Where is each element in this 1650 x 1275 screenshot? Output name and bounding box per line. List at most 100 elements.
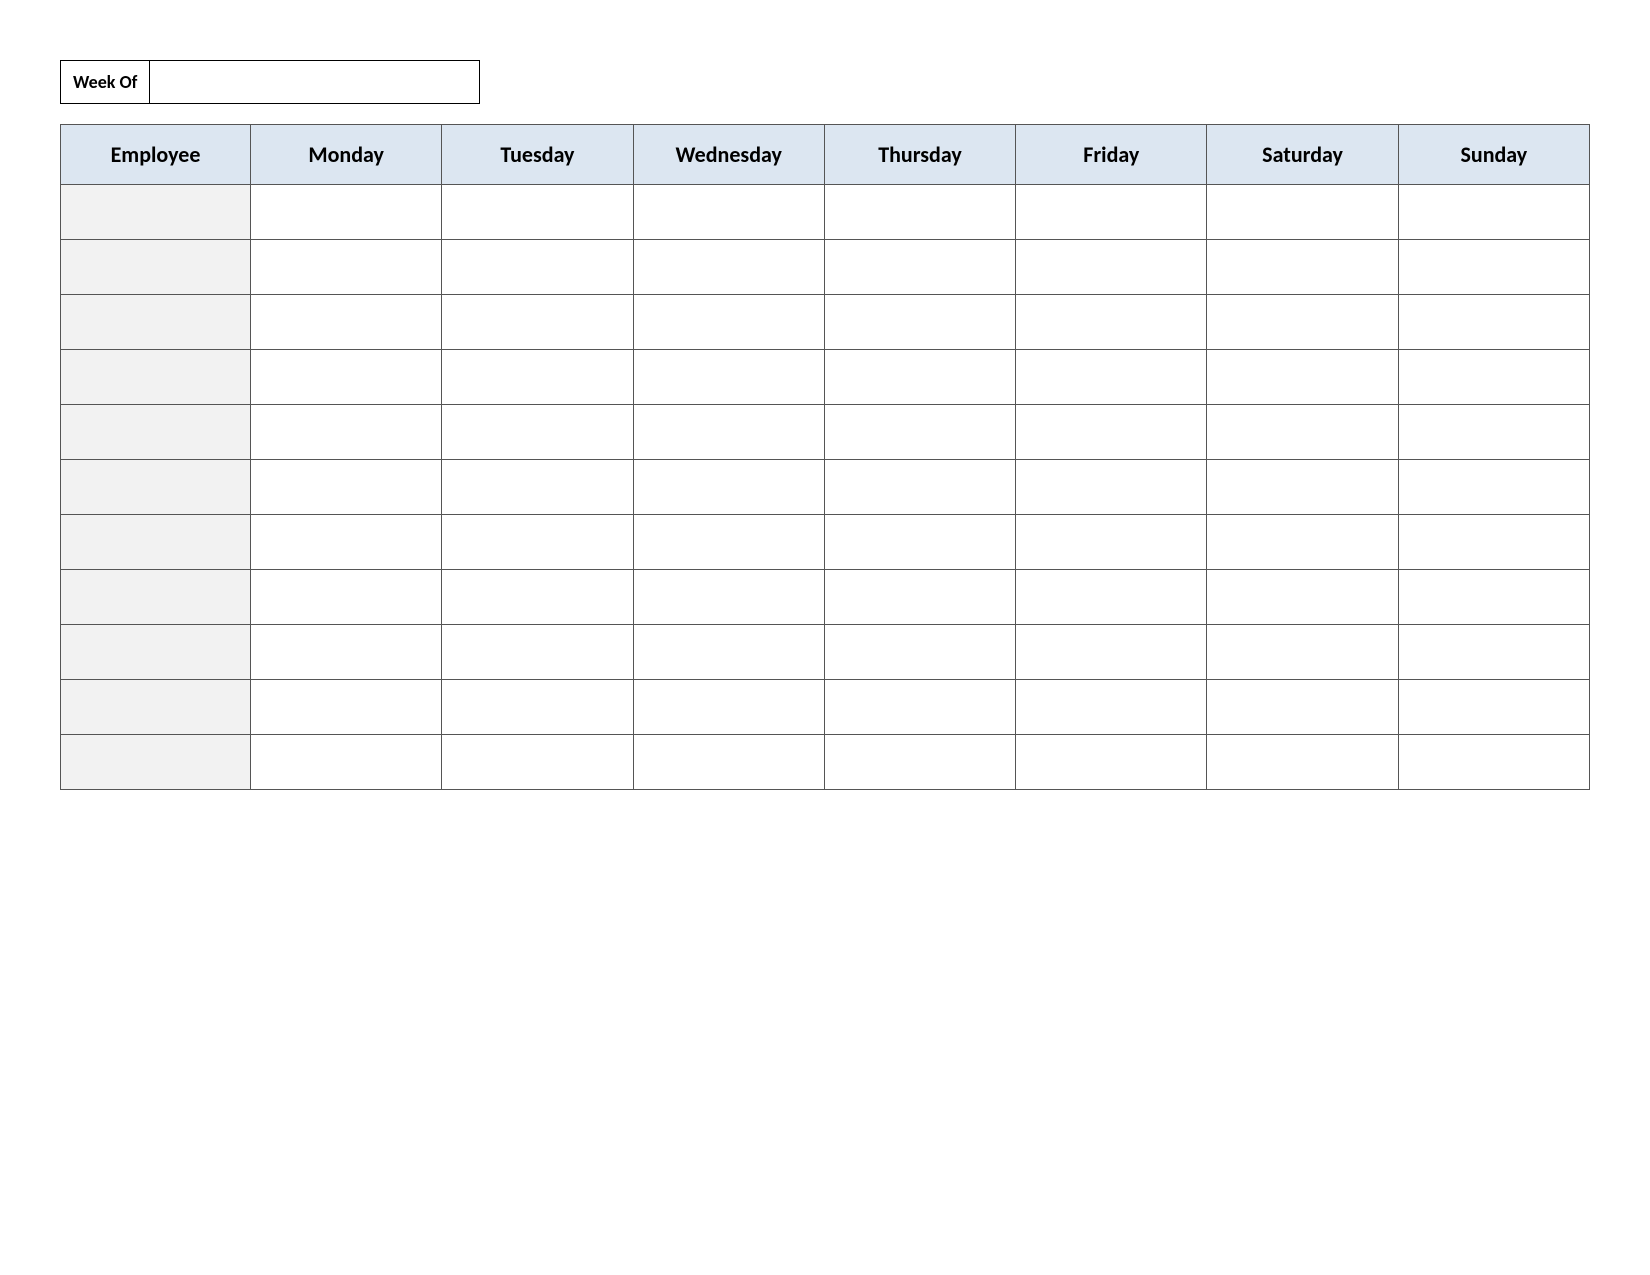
day-cell (442, 295, 633, 350)
employee-input[interactable] (61, 350, 250, 404)
day-input[interactable] (825, 735, 1015, 789)
day-input[interactable] (1016, 625, 1206, 679)
header-sunday: Sunday (1398, 125, 1589, 185)
day-input[interactable] (825, 405, 1015, 459)
day-input[interactable] (442, 570, 632, 624)
day-input[interactable] (1399, 185, 1589, 239)
day-input[interactable] (1207, 680, 1397, 734)
day-input[interactable] (1016, 185, 1206, 239)
day-input[interactable] (634, 295, 824, 349)
day-input[interactable] (1207, 460, 1397, 514)
day-cell (633, 515, 824, 570)
day-input[interactable] (1207, 295, 1397, 349)
day-input[interactable] (1207, 515, 1397, 569)
day-input[interactable] (825, 680, 1015, 734)
employee-input[interactable] (61, 460, 250, 514)
day-input[interactable] (825, 570, 1015, 624)
day-input[interactable] (251, 240, 441, 294)
day-input[interactable] (1399, 680, 1589, 734)
day-input[interactable] (251, 405, 441, 459)
day-input[interactable] (1016, 515, 1206, 569)
day-input[interactable] (1207, 570, 1397, 624)
day-input[interactable] (1399, 735, 1589, 789)
day-input[interactable] (251, 515, 441, 569)
day-cell (1207, 680, 1398, 735)
day-cell (824, 680, 1015, 735)
day-input[interactable] (442, 625, 632, 679)
day-input[interactable] (251, 625, 441, 679)
day-input[interactable] (442, 405, 632, 459)
day-cell (1016, 735, 1207, 790)
day-input[interactable] (442, 240, 632, 294)
day-input[interactable] (634, 570, 824, 624)
day-input[interactable] (1399, 570, 1589, 624)
day-input[interactable] (1399, 405, 1589, 459)
day-input[interactable] (1016, 570, 1206, 624)
day-input[interactable] (825, 240, 1015, 294)
day-input[interactable] (634, 735, 824, 789)
day-input[interactable] (251, 350, 441, 404)
day-input[interactable] (251, 295, 441, 349)
day-input[interactable] (1016, 405, 1206, 459)
day-input[interactable] (634, 405, 824, 459)
day-input[interactable] (1207, 735, 1397, 789)
day-input[interactable] (634, 680, 824, 734)
day-input[interactable] (251, 185, 441, 239)
employee-input[interactable] (61, 570, 250, 624)
day-input[interactable] (1016, 735, 1206, 789)
employee-input[interactable] (61, 405, 250, 459)
day-input[interactable] (1399, 295, 1589, 349)
day-input[interactable] (1016, 460, 1206, 514)
day-cell (1016, 460, 1207, 515)
week-of-input[interactable] (150, 60, 480, 104)
day-input[interactable] (442, 295, 632, 349)
employee-input[interactable] (61, 185, 250, 239)
employee-input[interactable] (61, 240, 250, 294)
day-input[interactable] (825, 460, 1015, 514)
day-cell (1016, 295, 1207, 350)
day-input[interactable] (1016, 295, 1206, 349)
day-cell (824, 350, 1015, 405)
day-input[interactable] (825, 185, 1015, 239)
day-cell (824, 405, 1015, 460)
day-input[interactable] (825, 295, 1015, 349)
day-input[interactable] (1399, 625, 1589, 679)
day-input[interactable] (634, 460, 824, 514)
employee-input[interactable] (61, 625, 250, 679)
day-input[interactable] (825, 515, 1015, 569)
day-input[interactable] (251, 680, 441, 734)
day-input[interactable] (1399, 350, 1589, 404)
day-input[interactable] (1207, 240, 1397, 294)
employee-input[interactable] (61, 735, 250, 789)
day-input[interactable] (442, 735, 632, 789)
day-input[interactable] (1016, 680, 1206, 734)
day-input[interactable] (1207, 625, 1397, 679)
day-input[interactable] (1399, 240, 1589, 294)
day-input[interactable] (442, 515, 632, 569)
day-input[interactable] (1399, 460, 1589, 514)
employee-input[interactable] (61, 295, 250, 349)
day-input[interactable] (1207, 350, 1397, 404)
day-input[interactable] (634, 625, 824, 679)
day-input[interactable] (251, 460, 441, 514)
day-input[interactable] (825, 350, 1015, 404)
employee-input[interactable] (61, 515, 250, 569)
day-input[interactable] (1207, 185, 1397, 239)
employee-input[interactable] (61, 680, 250, 734)
day-input[interactable] (251, 735, 441, 789)
day-input[interactable] (634, 515, 824, 569)
day-input[interactable] (442, 460, 632, 514)
day-input[interactable] (634, 185, 824, 239)
day-input[interactable] (1016, 350, 1206, 404)
day-input[interactable] (634, 240, 824, 294)
day-input[interactable] (442, 680, 632, 734)
day-input[interactable] (442, 350, 632, 404)
day-input[interactable] (1399, 515, 1589, 569)
day-input[interactable] (251, 570, 441, 624)
day-input[interactable] (825, 625, 1015, 679)
day-input[interactable] (634, 350, 824, 404)
day-input[interactable] (1016, 240, 1206, 294)
table-row (61, 295, 1590, 350)
day-input[interactable] (442, 185, 632, 239)
day-input[interactable] (1207, 405, 1397, 459)
